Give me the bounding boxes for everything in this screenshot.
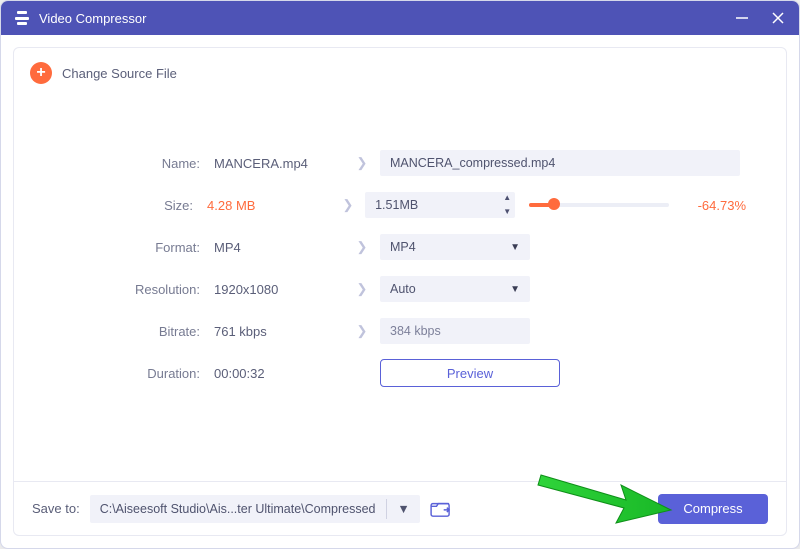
- size-stepper[interactable]: 1.51MB ▲ ▼: [365, 192, 515, 218]
- resolution-select[interactable]: Auto ▼: [380, 276, 530, 302]
- label-name: Name:: [54, 156, 214, 171]
- row-resolution: Resolution: 1920x1080 ❯ Auto ▼: [54, 268, 746, 310]
- change-source-label: Change Source File: [62, 66, 177, 81]
- open-folder-icon[interactable]: [430, 500, 452, 518]
- titlebar: Video Compressor: [1, 1, 799, 35]
- fields: Name: MANCERA.mp4 ❯ Size: 4.28 MB ❯ 1.51…: [14, 94, 786, 394]
- slider-thumb[interactable]: [548, 198, 560, 210]
- src-size: 4.28 MB: [207, 198, 331, 213]
- app-window: Video Compressor + Change Source File Na…: [0, 0, 800, 549]
- app-icon: [15, 11, 29, 25]
- titlebar-left: Video Compressor: [15, 11, 146, 26]
- chevron-right-icon: ❯: [357, 323, 368, 339]
- label-size: Size:: [54, 198, 207, 213]
- chevron-down-icon: ▼: [510, 242, 520, 253]
- output-name-input[interactable]: [380, 150, 740, 176]
- row-format: Format: MP4 ❯ MP4 ▼: [54, 226, 746, 268]
- bitrate-output-value: 384 kbps: [390, 324, 441, 338]
- src-resolution: 1920x1080: [214, 282, 344, 297]
- preview-button-label: Preview: [447, 366, 493, 381]
- compress-button-label: Compress: [683, 501, 742, 516]
- label-format: Format:: [54, 240, 214, 255]
- change-source-row[interactable]: + Change Source File: [14, 48, 786, 94]
- save-path-value: C:\Aiseesoft Studio\Ais...ter Ultimate\C…: [100, 502, 376, 516]
- save-path-select[interactable]: C:\Aiseesoft Studio\Ais...ter Ultimate\C…: [90, 495, 420, 523]
- chevron-right-icon: ❯: [343, 197, 354, 213]
- src-duration: 00:00:32: [214, 366, 344, 381]
- bitrate-output: 384 kbps: [380, 318, 530, 344]
- label-duration: Duration:: [54, 366, 214, 381]
- src-name: MANCERA.mp4: [214, 156, 344, 171]
- size-percent: -64.73%: [684, 198, 746, 213]
- src-format: MP4: [214, 240, 344, 255]
- size-slider[interactable]: [529, 203, 669, 207]
- row-name: Name: MANCERA.mp4 ❯: [54, 142, 746, 184]
- content-card: + Change Source File Name: MANCERA.mp4 ❯…: [13, 47, 787, 536]
- stepper-buttons[interactable]: ▲ ▼: [503, 194, 511, 216]
- size-stepper-value: 1.51MB: [375, 198, 418, 212]
- app-title: Video Compressor: [39, 11, 146, 26]
- chevron-right-icon: ❯: [357, 155, 368, 171]
- stepper-up-icon[interactable]: ▲: [503, 194, 511, 202]
- format-select[interactable]: MP4 ▼: [380, 234, 530, 260]
- chevron-down-icon: ▼: [510, 284, 520, 295]
- preview-button[interactable]: Preview: [380, 359, 560, 387]
- chevron-down-icon: ▼: [397, 502, 409, 516]
- stepper-down-icon[interactable]: ▼: [503, 208, 511, 216]
- plus-icon[interactable]: +: [30, 62, 52, 84]
- row-size: Size: 4.28 MB ❯ 1.51MB ▲ ▼: [54, 184, 746, 226]
- footer: Save to: C:\Aiseesoft Studio\Ais...ter U…: [14, 481, 786, 535]
- save-to-label: Save to:: [32, 501, 80, 516]
- chevron-right-icon: ❯: [357, 281, 368, 297]
- row-duration: Duration: 00:00:32 Preview: [54, 352, 746, 394]
- close-icon[interactable]: [771, 11, 785, 25]
- compress-button[interactable]: Compress: [658, 494, 768, 524]
- label-bitrate: Bitrate:: [54, 324, 214, 339]
- label-resolution: Resolution:: [54, 282, 214, 297]
- chevron-right-icon: ❯: [357, 239, 368, 255]
- divider: [386, 499, 387, 519]
- src-bitrate: 761 kbps: [214, 324, 344, 339]
- format-select-value: MP4: [390, 240, 416, 254]
- resolution-select-value: Auto: [390, 282, 416, 296]
- size-slider-wrap: [529, 203, 669, 207]
- row-bitrate: Bitrate: 761 kbps ❯ 384 kbps: [54, 310, 746, 352]
- minimize-icon[interactable]: [735, 11, 749, 25]
- titlebar-controls: [735, 11, 785, 25]
